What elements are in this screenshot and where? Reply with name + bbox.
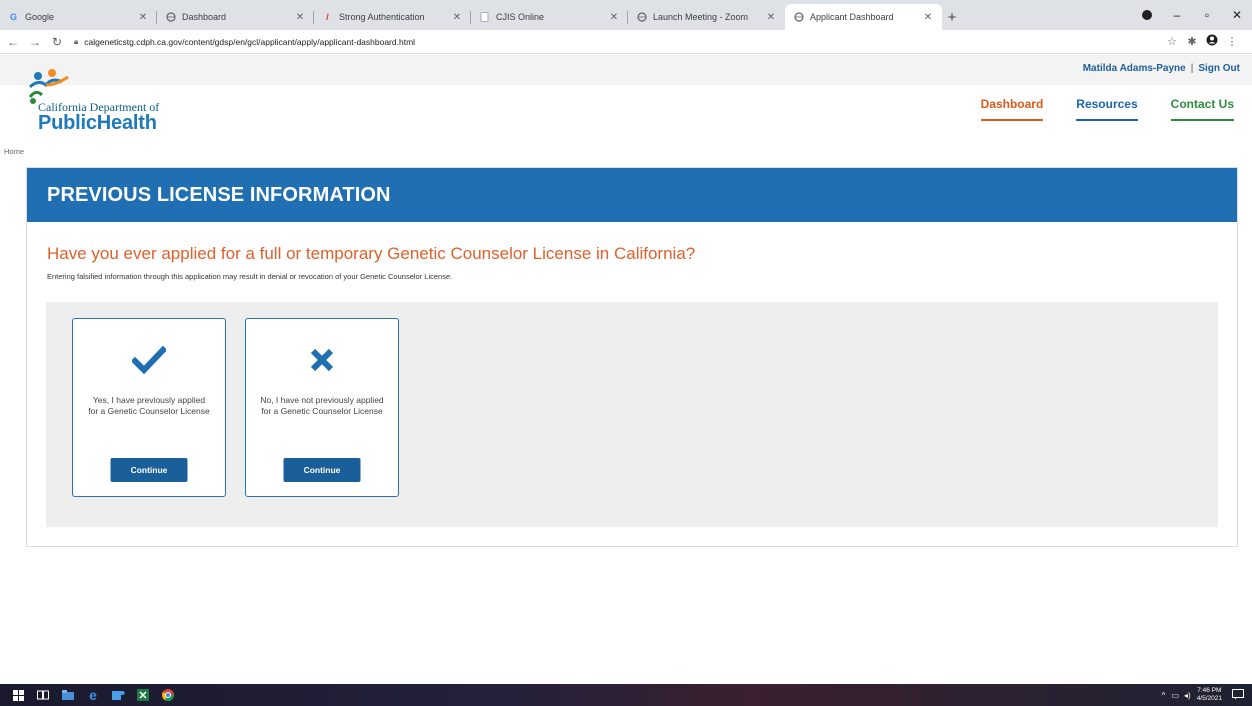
tab-title: Google: [25, 12, 55, 22]
browser-tab-cjis[interactable]: CJIS Online ✕: [471, 4, 628, 30]
browser-tab-dashboard[interactable]: Dashboard ✕: [157, 4, 314, 30]
chrome-icon[interactable]: [161, 688, 175, 702]
falsification-warning: Entering falsified information through t…: [47, 272, 453, 281]
windows-start-icon[interactable]: [11, 688, 25, 702]
star-icon[interactable]: ☆: [1162, 35, 1182, 48]
tab-title: Dashboard: [182, 12, 227, 22]
main-nav: Dashboard Resources Contact Us: [948, 97, 1234, 121]
tab-title: Strong Authentication: [339, 12, 425, 22]
globe-icon: [636, 12, 647, 23]
panel-title: PREVIOUS LICENSE INFORMATION: [27, 168, 1237, 222]
file-explorer-icon[interactable]: [61, 688, 75, 702]
url-text[interactable]: calgeneticstg.cdph.ca.gov/content/gdsp/e…: [84, 37, 415, 47]
option-card-no[interactable]: No, I have not previously applied for a …: [245, 318, 399, 497]
close-icon[interactable]: ✕: [451, 12, 463, 23]
windows-taskbar: e ^ ▭ ◂) 7:46 PM 4/5/2021: [0, 684, 1252, 706]
tab-title: Launch Meeting - Zoom: [653, 12, 749, 22]
x-icon: [246, 345, 398, 375]
nav-resources[interactable]: Resources: [1076, 97, 1138, 121]
tab-title: CJIS Online: [496, 12, 545, 22]
close-icon[interactable]: ✕: [608, 12, 620, 23]
notifications-icon[interactable]: [1232, 688, 1244, 702]
previous-license-panel: PREVIOUS LICENSE INFORMATION Have you ev…: [26, 167, 1238, 547]
browser-tab-applicant-dashboard[interactable]: Applicant Dashboard ✕: [785, 4, 942, 30]
site-page: Matilda Adams-Payne | Sign Out California …: [0, 55, 1252, 685]
close-icon[interactable]: ✕: [137, 12, 149, 23]
nav-dashboard[interactable]: Dashboard: [980, 97, 1044, 121]
auth-icon: /: [326, 12, 329, 22]
profile-icon[interactable]: [1142, 10, 1152, 20]
breadcrumb: Home: [4, 147, 24, 156]
chevron-up-icon[interactable]: ^: [1162, 691, 1166, 700]
continue-no-button[interactable]: Continue: [283, 458, 361, 482]
back-icon[interactable]: ←: [4, 35, 22, 49]
option-yes-text: Yes, I have previously applied for a Gen…: [88, 395, 210, 416]
browser-tab-zoom[interactable]: Launch Meeting - Zoom ✕: [628, 4, 785, 30]
checkmark-icon: [73, 345, 225, 375]
lock-icon[interactable]: 🔒︎: [74, 37, 78, 47]
browser-tab-strip: G Google ✕ Dashboard ✕ / Strong Authenti…: [0, 0, 1252, 30]
browser-toolbar-right: ☆ ✱ ⋮: [1162, 34, 1242, 49]
task-view-icon[interactable]: [36, 688, 50, 702]
close-icon[interactable]: ✕: [765, 12, 777, 23]
account-icon[interactable]: [1202, 34, 1222, 49]
browser-tab-strong-auth[interactable]: / Strong Authentication ✕: [314, 4, 471, 30]
clock-time: 7:46 PM: [1197, 687, 1222, 694]
tab-title: Applicant Dashboard: [810, 12, 894, 22]
globe-icon: [793, 12, 804, 23]
volume-icon[interactable]: ◂): [1184, 691, 1191, 700]
close-window-icon[interactable]: ✕: [1222, 8, 1252, 22]
globe-icon: [165, 12, 176, 23]
menu-icon[interactable]: ⋮: [1222, 35, 1242, 48]
network-icon[interactable]: ▭: [1171, 691, 1179, 700]
options-area: Yes, I have previously applied for a Gen…: [46, 302, 1218, 527]
page-icon: [479, 12, 490, 23]
excel-icon[interactable]: [136, 688, 150, 702]
url-bar[interactable]: 🔒︎ calgeneticstg.cdph.ca.gov/content/gds…: [74, 32, 1162, 52]
sign-out-link[interactable]: Sign Out: [1198, 63, 1240, 74]
window-controls: – ▫ ✕: [1132, 0, 1252, 30]
user-name[interactable]: Matilda Adams-Payne: [1083, 63, 1186, 74]
forward-icon[interactable]: →: [26, 35, 44, 49]
logo-text-line2: PublicHealth: [38, 112, 157, 134]
close-icon[interactable]: ✕: [294, 12, 306, 23]
teams-icon[interactable]: [111, 688, 125, 702]
separator: |: [1190, 63, 1194, 74]
option-no-text: No, I have not previously applied for a …: [260, 395, 384, 416]
user-box: Matilda Adams-Payne | Sign Out: [1083, 63, 1240, 74]
google-icon: G: [9, 12, 17, 22]
clock[interactable]: 7:46 PM 4/5/2021: [1197, 687, 1222, 703]
minimize-icon[interactable]: –: [1162, 8, 1192, 22]
edge-icon[interactable]: e: [86, 687, 100, 703]
option-card-yes[interactable]: Yes, I have previously applied for a Gen…: [72, 318, 226, 497]
close-icon[interactable]: ✕: [922, 12, 934, 23]
address-bar-row: ← → ↻ 🔒︎ calgeneticstg.cdph.ca.gov/conte…: [0, 30, 1252, 54]
extensions-icon[interactable]: ✱: [1182, 35, 1202, 48]
system-tray: ^ ▭ ◂) 7:46 PM 4/5/2021: [1162, 684, 1244, 706]
breadcrumb-home[interactable]: Home: [4, 147, 24, 156]
license-question: Have you ever applied for a full or temp…: [47, 244, 696, 263]
restore-icon[interactable]: ▫: [1192, 8, 1222, 22]
browser-tab-google[interactable]: G Google ✕: [0, 4, 157, 30]
reload-icon[interactable]: ↻: [48, 35, 66, 49]
nav-contact-us[interactable]: Contact Us: [1170, 97, 1234, 121]
new-tab-button[interactable]: +: [942, 4, 962, 30]
cdph-logo[interactable]: California Department of PublicHealth: [28, 67, 218, 134]
clock-date: 4/5/2021: [1196, 695, 1222, 702]
continue-yes-button[interactable]: Continue: [110, 458, 188, 482]
